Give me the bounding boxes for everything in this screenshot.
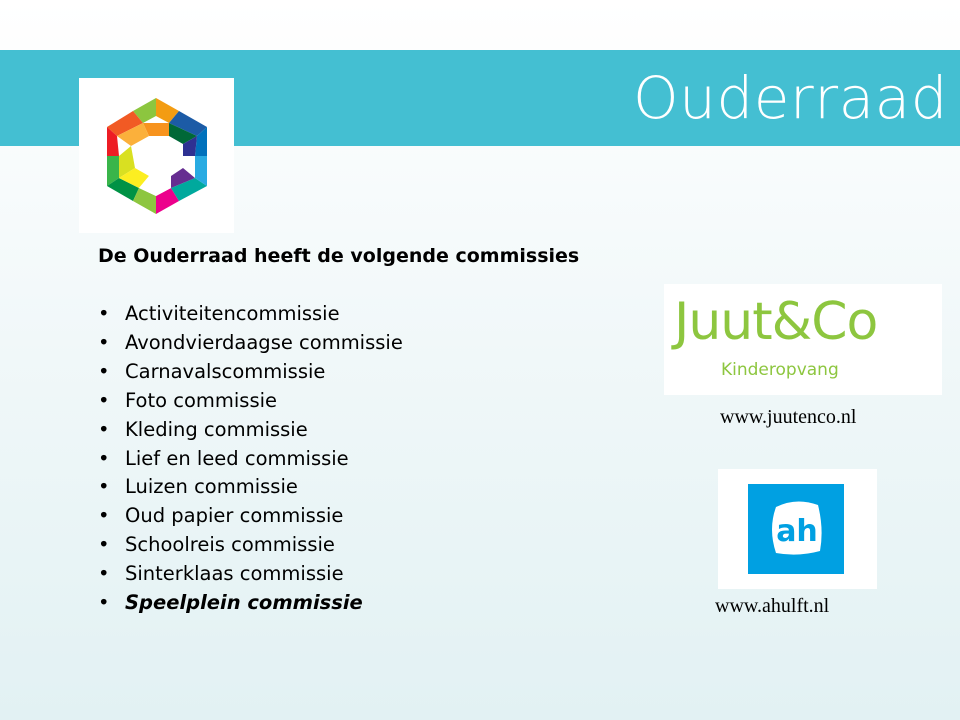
bullet-icon: • bbox=[98, 359, 110, 383]
bullet-icon: • bbox=[98, 591, 110, 615]
juutenco-url[interactable]: www.juutenco.nl bbox=[720, 406, 856, 429]
slide-title: Ouderraad bbox=[632, 64, 948, 132]
bullet-icon: • bbox=[98, 302, 110, 325]
bullet-icon: • bbox=[98, 388, 110, 412]
multicolor-hexagon-logo-icon bbox=[107, 98, 207, 214]
list-item: • Sinterklaas commissie bbox=[98, 560, 658, 589]
juutenco-logo: Juut&Co Kinderopvang bbox=[664, 284, 942, 395]
list-item: • Foto commissie bbox=[98, 387, 658, 416]
list-item: • Luizen commissie bbox=[98, 473, 658, 502]
juutenco-logo-subtitle: Kinderopvang bbox=[721, 360, 839, 380]
bullet-icon: • bbox=[98, 330, 110, 354]
bullet-icon: • bbox=[98, 475, 110, 499]
bullet-icon: • bbox=[98, 446, 110, 470]
juutenco-logo-name: Juut&Co bbox=[674, 292, 878, 352]
bullet-icon: • bbox=[98, 562, 110, 586]
bullet-icon: • bbox=[98, 533, 110, 557]
list-item: • Oud papier commissie bbox=[98, 502, 658, 531]
bullet-icon: • bbox=[98, 504, 110, 528]
list-item: • Activiteitencommissie bbox=[98, 300, 658, 329]
ah-logo-text: ah bbox=[776, 514, 818, 549]
commissions-heading: De Ouderraad heeft de volgende commissie… bbox=[98, 245, 580, 267]
list-item: • Lief en leed commissie bbox=[98, 445, 658, 474]
commissions-list: • Activiteitencommissie • Avondvierdaagse … bbox=[98, 300, 658, 618]
commissions-panel: De Ouderraad heeft de volgende commissie… bbox=[98, 242, 658, 618]
list-item: • Carnavalscommissie bbox=[98, 358, 658, 387]
school-logo bbox=[79, 78, 234, 233]
list-item: • Kleding commissie bbox=[98, 416, 658, 445]
ah-url[interactable]: www.ahulft.nl bbox=[715, 595, 829, 618]
albert-heijn-logo-icon: ah bbox=[748, 484, 844, 574]
list-item-emphasized: • Speelplein commissie bbox=[98, 589, 658, 618]
list-item: • Avondvierdaagse commissie bbox=[98, 329, 658, 358]
bullet-icon: • bbox=[98, 417, 110, 441]
list-item: • Schoolreis commissie bbox=[98, 531, 658, 560]
ah-logo: ah bbox=[718, 469, 877, 589]
